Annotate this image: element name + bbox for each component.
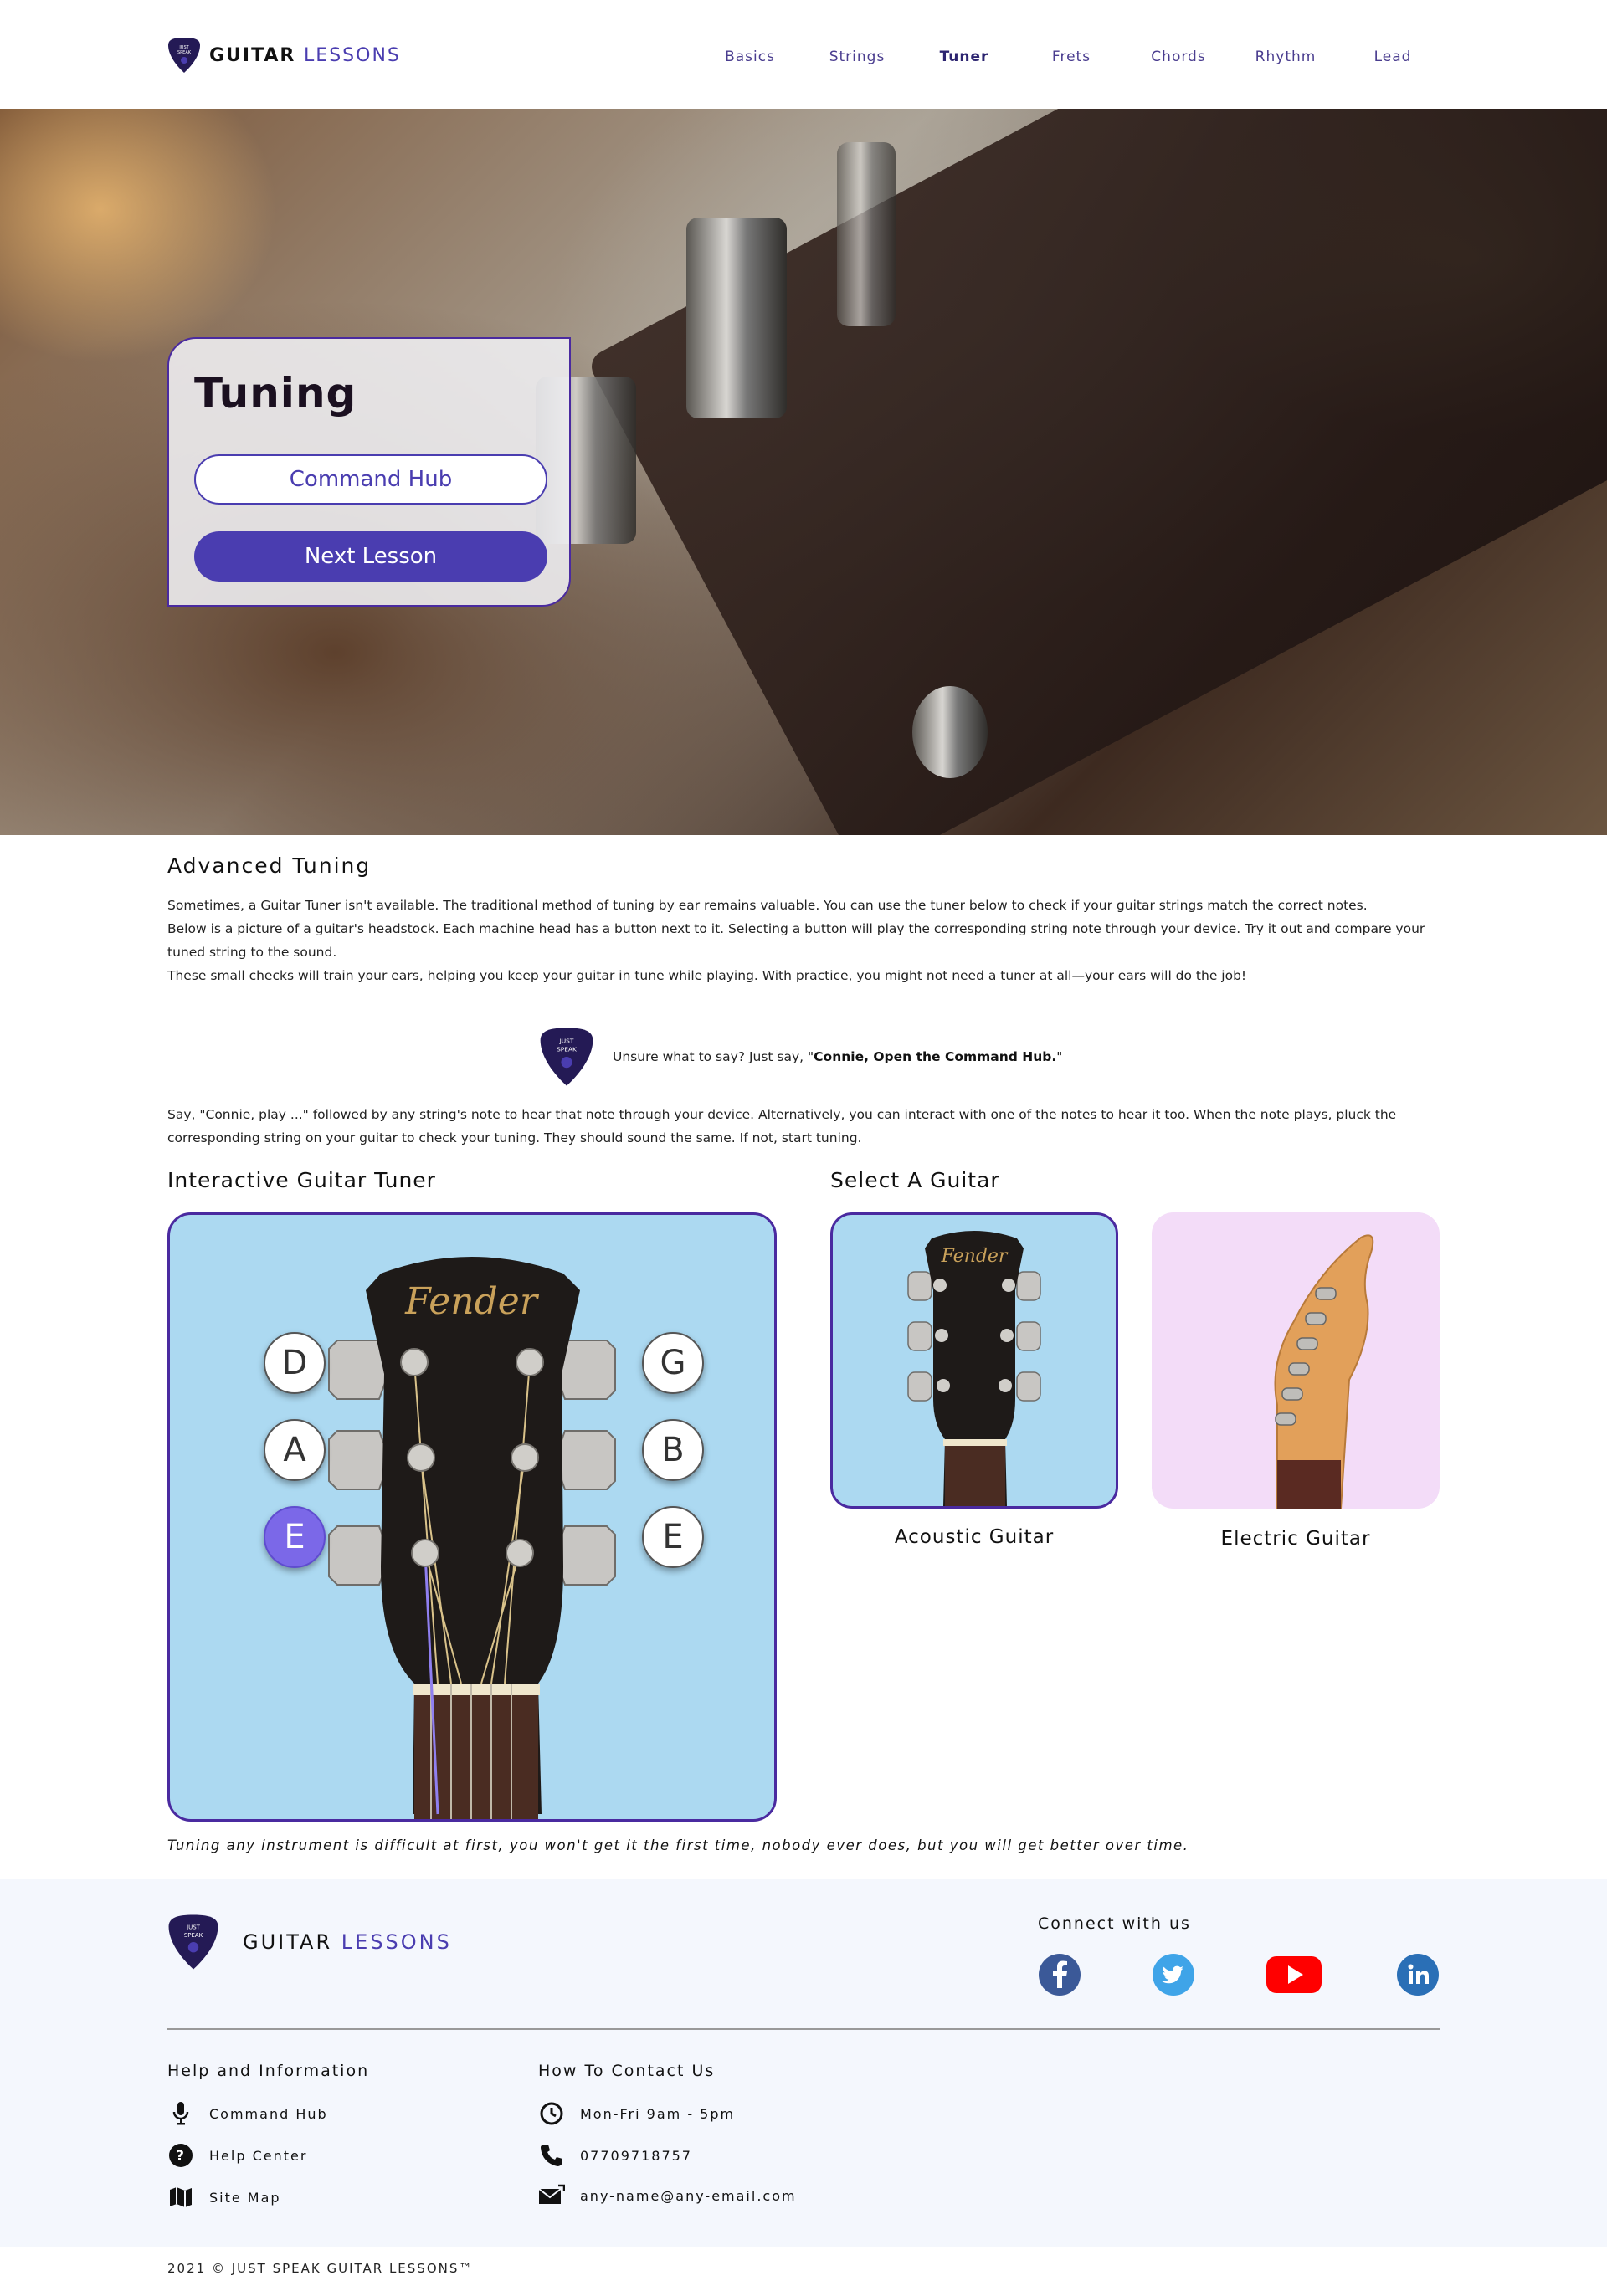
contact-title: How To Contact Us bbox=[538, 2062, 716, 2080]
electric-guitar-card[interactable] bbox=[1152, 1212, 1440, 1509]
next-lesson-button[interactable]: Next Lesson bbox=[194, 531, 547, 582]
encouragement-quote: Tuning any instrument is difficult at fi… bbox=[167, 1837, 1189, 1853]
hero-banner: Tuning Command Hub Next Lesson bbox=[0, 109, 1607, 835]
nav-strings[interactable]: Strings bbox=[829, 49, 886, 65]
footer-divider bbox=[167, 2028, 1440, 2030]
interactive-tuner: Fender D A E G B E bbox=[167, 1212, 777, 1822]
paragraph-4: Say, "Connie, play ..." followed by any … bbox=[167, 1107, 1397, 1145]
hero-tuning-peg bbox=[912, 686, 988, 778]
paragraph-1: Sometimes, a Guitar Tuner isn't availabl… bbox=[167, 898, 1368, 913]
hero-tuning-peg bbox=[837, 142, 896, 326]
note-a-button[interactable]: A bbox=[264, 1419, 326, 1481]
footer-link-label: Help Center bbox=[209, 2147, 308, 2164]
note-b-button[interactable]: B bbox=[642, 1419, 704, 1481]
hero-tuning-peg bbox=[686, 218, 787, 418]
site-footer: JUST SPEAK GUITAR LESSONS Connect with u… bbox=[0, 1879, 1607, 2247]
svg-text:JUST: JUST bbox=[186, 1924, 201, 1931]
note-high-e-button[interactable]: E bbox=[642, 1506, 704, 1568]
headstock-brand-logo: Fender bbox=[404, 1280, 540, 1323]
nav-chords[interactable]: Chords bbox=[1151, 49, 1205, 65]
youtube-icon[interactable] bbox=[1266, 1953, 1322, 1996]
hero-card: Tuning Command Hub Next Lesson bbox=[167, 337, 571, 607]
hint-suffix: " bbox=[1056, 1049, 1063, 1064]
nav-tuner[interactable]: Tuner bbox=[940, 49, 989, 65]
phone-icon bbox=[538, 2142, 565, 2169]
paragraph-2: Below is a picture of a guitar's headsto… bbox=[167, 921, 1425, 960]
footer-link-label: Site Map bbox=[209, 2189, 281, 2206]
email-icon bbox=[538, 2182, 565, 2209]
tuner-title: Interactive Guitar Tuner bbox=[167, 1168, 436, 1192]
footer-logo-word-lessons: LESSONS bbox=[341, 1930, 452, 1954]
footer-logo-word-guitar: GUITAR bbox=[243, 1930, 333, 1954]
command-hub-button[interactable]: Command Hub bbox=[194, 454, 547, 505]
svg-text:?: ? bbox=[176, 2148, 186, 2165]
electric-guitar-label[interactable]: Electric Guitar bbox=[1221, 1528, 1371, 1550]
footer-logo[interactable]: JUST SPEAK GUITAR LESSONS bbox=[167, 1913, 452, 1971]
hint-prefix: Unsure what to say? Just say, " bbox=[613, 1049, 814, 1064]
acoustic-guitar-image: Fender bbox=[907, 1231, 1041, 1506]
site-header: JUST SPEAK GUITAR LESSONS Basics Strings… bbox=[0, 0, 1607, 109]
guitar-pick-icon: JUST SPEAK bbox=[540, 1028, 593, 1086]
acoustic-guitar-label[interactable]: Acoustic Guitar bbox=[895, 1526, 1054, 1548]
acoustic-guitar-card[interactable]: Fender bbox=[830, 1212, 1118, 1509]
footer-link-help-center[interactable]: ? Help Center bbox=[167, 2142, 307, 2169]
nav-frets[interactable]: Frets bbox=[1052, 49, 1091, 65]
svg-text:JUST: JUST bbox=[559, 1038, 574, 1045]
footer-contact-email[interactable]: any-name@any-email.com bbox=[538, 2182, 797, 2209]
note-g-button[interactable]: G bbox=[642, 1332, 704, 1394]
page-title: Tuning bbox=[194, 369, 357, 418]
svg-text:SPEAK: SPEAK bbox=[184, 1932, 203, 1939]
footer-link-label: Command Hub bbox=[209, 2105, 328, 2122]
help-title: Help and Information bbox=[167, 2062, 370, 2080]
paragraph-3: These small checks will train your ears,… bbox=[167, 968, 1247, 983]
intro-paragraph: Sometimes, a Guitar Tuner isn't availabl… bbox=[167, 894, 1440, 987]
select-guitar-title: Select A Guitar bbox=[830, 1168, 1000, 1192]
guitar-pick-logo-icon: JUST SPEAK bbox=[168, 1914, 218, 1970]
nav-rhythm[interactable]: Rhythm bbox=[1255, 49, 1317, 65]
electric-guitar-image bbox=[1274, 1234, 1374, 1509]
copyright: 2021 © JUST SPEAK GUITAR LESSONS™ bbox=[167, 2261, 474, 2276]
svg-text:Fender: Fender bbox=[941, 1246, 1009, 1267]
voice-hint: JUST SPEAK Unsure what to say? Just say,… bbox=[539, 1026, 1062, 1088]
footer-link-site-map[interactable]: Site Map bbox=[167, 2184, 281, 2211]
footer-link-command-hub[interactable]: Command Hub bbox=[167, 2100, 328, 2127]
map-icon bbox=[167, 2184, 194, 2211]
microphone-icon bbox=[167, 2100, 194, 2127]
note-d-button[interactable]: D bbox=[264, 1332, 326, 1394]
contact-hours-text: Mon-Fri 9am - 5pm bbox=[580, 2105, 736, 2122]
svg-text:SPEAK: SPEAK bbox=[557, 1045, 578, 1053]
footer-contact-phone[interactable]: 07709718757 bbox=[538, 2142, 692, 2169]
contact-email-text: any-name@any-email.com bbox=[580, 2187, 797, 2204]
twitter-icon[interactable] bbox=[1152, 1953, 1195, 1996]
contact-phone-text: 07709718757 bbox=[580, 2147, 692, 2164]
nav-lead[interactable]: Lead bbox=[1374, 49, 1412, 65]
main-nav: Basics Strings Tuner Frets Chords Rhythm… bbox=[0, 49, 1607, 69]
facebook-icon[interactable] bbox=[1038, 1953, 1081, 1996]
section-heading: Advanced Tuning bbox=[167, 853, 372, 878]
question-circle-icon: ? bbox=[167, 2142, 194, 2169]
connect-title: Connect with us bbox=[1038, 1914, 1191, 1933]
hint-command: Connie, Open the Command Hub. bbox=[814, 1049, 1057, 1064]
note-low-e-button[interactable]: E bbox=[264, 1506, 326, 1568]
clock-icon bbox=[538, 2100, 565, 2127]
footer-contact-hours: Mon-Fri 9am - 5pm bbox=[538, 2100, 735, 2127]
nav-basics[interactable]: Basics bbox=[725, 49, 775, 65]
linkedin-icon[interactable] bbox=[1396, 1953, 1440, 1996]
